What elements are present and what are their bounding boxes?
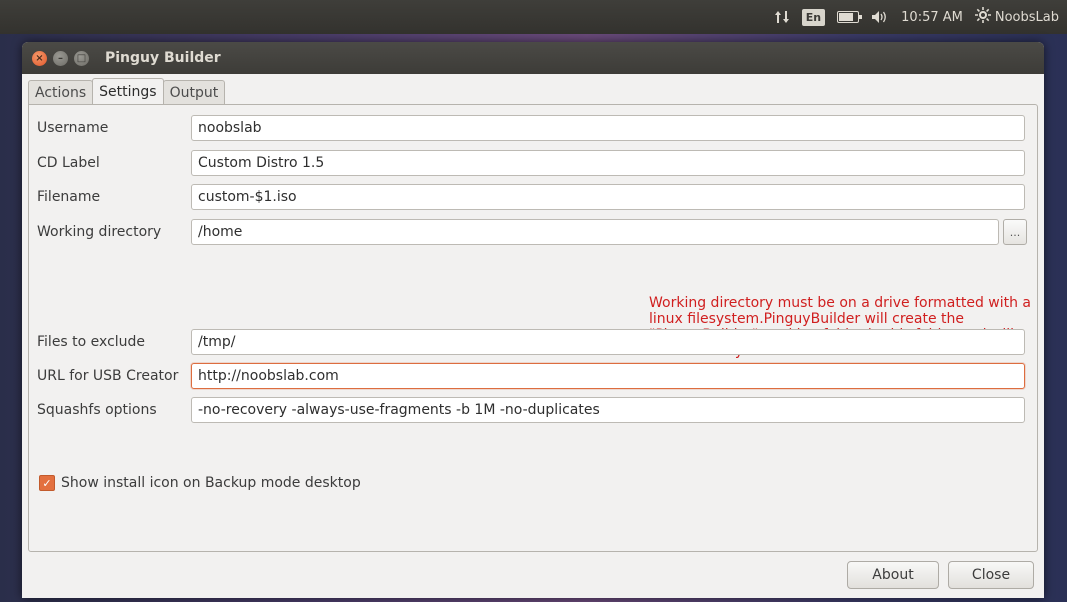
filename-row: Filename custom-$1.iso — [29, 184, 1037, 212]
working-directory-row: Working directory /home ... — [29, 219, 1037, 247]
window-titlebar[interactable]: × – □ Pinguy Builder — [22, 42, 1044, 74]
squashfs-label: Squashfs options — [37, 402, 157, 418]
clock[interactable]: 10:57 AM — [901, 10, 963, 25]
cd-label-row: CD Label Custom Distro 1.5 — [29, 150, 1037, 178]
volume-icon[interactable] — [871, 10, 889, 24]
working-directory-label: Working directory — [37, 224, 162, 240]
gear-icon — [974, 7, 991, 27]
network-updown-icon[interactable] — [774, 10, 790, 24]
exclude-label: Files to exclude — [37, 334, 146, 350]
browse-button[interactable]: ... — [1003, 219, 1027, 245]
cd-label-field[interactable]: Custom Distro 1.5 — [191, 150, 1025, 176]
username-label: Username — [37, 120, 109, 136]
close-button[interactable]: Close — [948, 561, 1034, 589]
working-directory-field[interactable]: /home — [191, 219, 999, 245]
tab-actions[interactable]: Actions — [28, 80, 94, 104]
window-maximize-button[interactable]: □ — [74, 50, 89, 66]
tab-bar: Actions Settings Output — [28, 78, 226, 104]
session-menu[interactable]: NoobsLab — [974, 7, 1059, 27]
settings-panel: Username noobslab CD Label Custom Distro… — [28, 104, 1038, 552]
battery-icon[interactable] — [837, 11, 863, 23]
pinguy-builder-window: × – □ Pinguy Builder Actions Settings Ou… — [22, 42, 1044, 598]
user-name: NoobsLab — [994, 9, 1059, 25]
tab-settings[interactable]: Settings — [92, 78, 164, 104]
top-panel: En 10:57 AM NoobsLab — [0, 0, 1067, 34]
about-button[interactable]: About — [847, 561, 939, 589]
window-title: Pinguy Builder — [105, 50, 221, 66]
window-close-button[interactable]: × — [32, 50, 47, 66]
filename-field[interactable]: custom-$1.iso — [191, 184, 1025, 210]
system-tray: En 10:57 AM NoobsLab — [774, 0, 1059, 34]
show-install-icon-option[interactable]: ✓ Show install icon on Backup mode deskt… — [39, 475, 361, 491]
tab-output[interactable]: Output — [162, 80, 226, 104]
username-field[interactable]: noobslab — [191, 115, 1025, 141]
usb-url-label: URL for USB Creator — [37, 368, 179, 384]
window-minimize-button[interactable]: – — [53, 50, 68, 66]
squashfs-row: Squashfs options -no-recovery -always-us… — [29, 397, 1037, 425]
keyboard-layout-indicator[interactable]: En — [801, 8, 826, 26]
squashfs-field[interactable]: -no-recovery -always-use-fragments -b 1M… — [191, 397, 1025, 423]
usb-url-field[interactable]: http://noobslab.com — [191, 363, 1025, 389]
cd-label-label: CD Label — [37, 155, 100, 171]
show-install-icon-checkbox[interactable]: ✓ — [39, 475, 55, 491]
exclude-field[interactable]: /tmp/ — [191, 329, 1025, 355]
usb-url-row: URL for USB Creator http://noobslab.com — [29, 363, 1037, 391]
show-install-icon-label: Show install icon on Backup mode desktop — [61, 475, 361, 491]
exclude-row: Files to exclude /tmp/ — [29, 329, 1037, 357]
filename-label: Filename — [37, 189, 101, 205]
username-row: Username noobslab — [29, 115, 1037, 143]
